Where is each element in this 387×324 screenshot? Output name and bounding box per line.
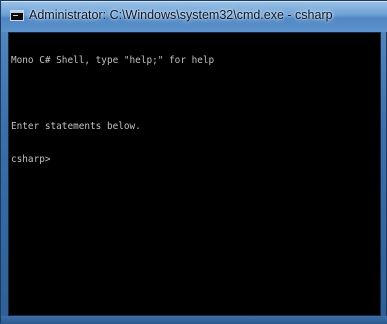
console-output-area[interactable]: Mono C# Shell, type "help;" for help Ent… xyxy=(8,32,381,316)
console-window: Administrator: C:\Windows\system32\cmd.e… xyxy=(0,0,387,324)
window-title: Administrator: C:\Windows\system32\cmd.e… xyxy=(29,8,333,22)
console-line: Mono C# Shell, type "help;" for help xyxy=(11,55,215,66)
title-bar[interactable]: Administrator: C:\Windows\system32\cmd.e… xyxy=(1,1,387,32)
console-prompt[interactable]: csharp> xyxy=(11,154,214,165)
console-line: Enter statements below. xyxy=(11,121,141,132)
console-text: Mono C# Shell, type "help;" for help Ent… xyxy=(11,33,214,187)
console-icon[interactable] xyxy=(10,10,24,21)
